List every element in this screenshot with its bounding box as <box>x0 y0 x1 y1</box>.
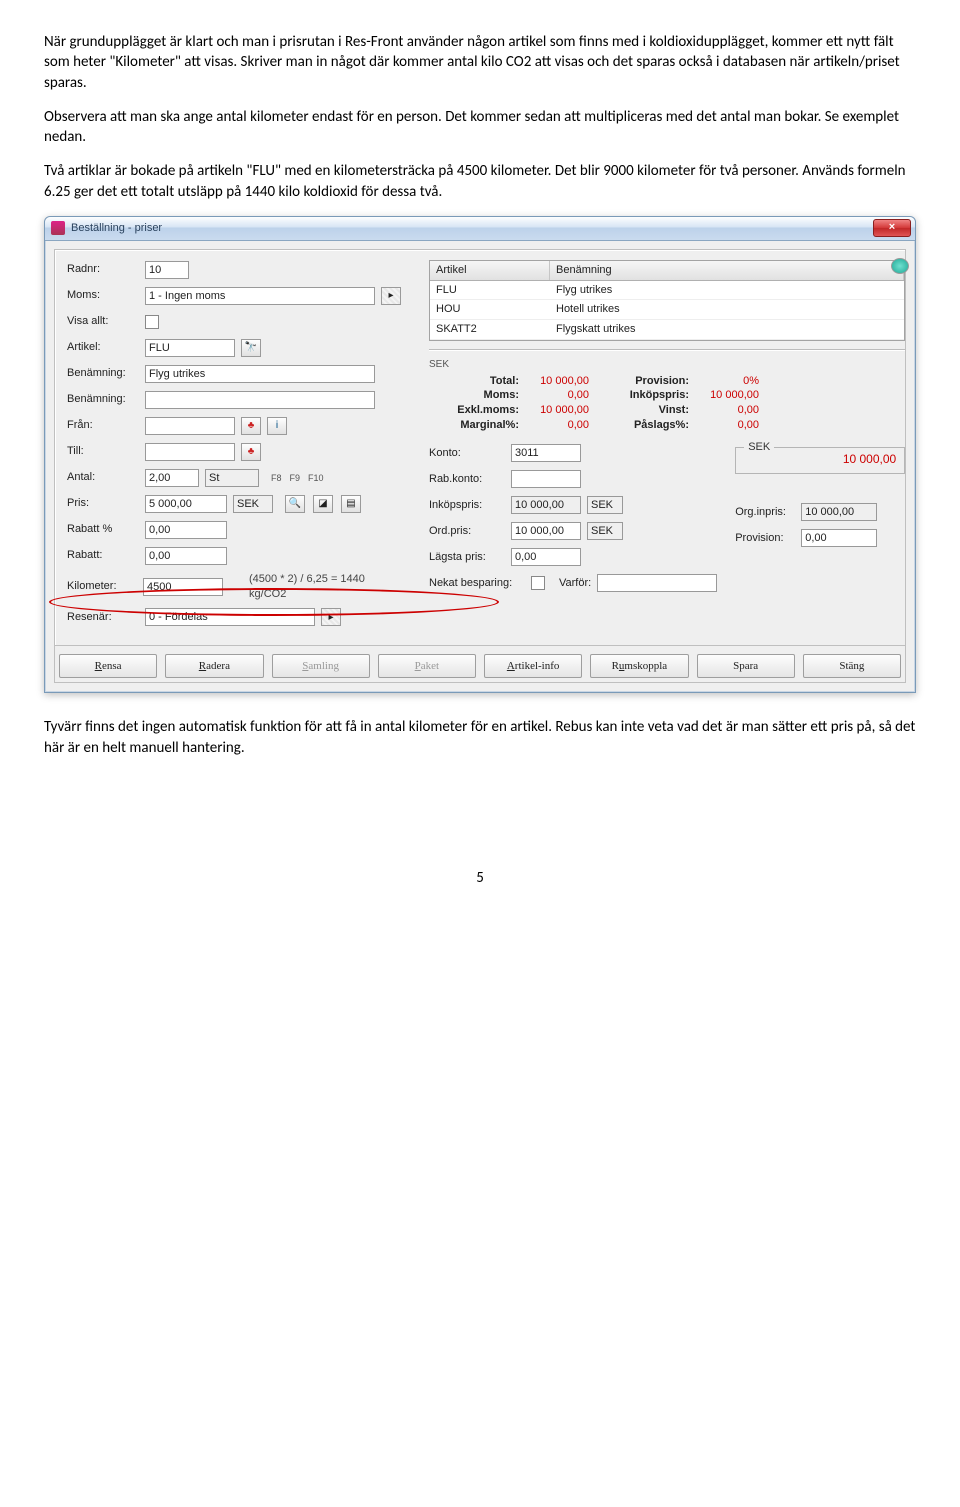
benamning-field[interactable]: Flyg utrikes <box>145 365 375 383</box>
spara-button[interactable]: Spara <box>697 654 795 678</box>
info-icon[interactable]: i <box>267 417 287 435</box>
nekat-label: Nekat besparing: <box>429 576 525 591</box>
moms-field[interactable]: 1 - Ingen moms <box>145 287 375 305</box>
rabkonto-label: Rab.konto: <box>429 472 505 487</box>
rensa-button[interactable]: Rensa <box>59 654 157 678</box>
varfor-label: Varför: <box>559 576 591 591</box>
page-number: 5 <box>44 868 916 888</box>
artikel-field[interactable]: FLU <box>145 339 235 357</box>
radnr-label: Radnr: <box>67 262 139 277</box>
till-field[interactable] <box>145 443 235 461</box>
search-icon[interactable]: 🔭 <box>241 339 261 357</box>
paragraph-2: Observera att man ska ange antal kilomet… <box>44 107 916 148</box>
col-benamning[interactable]: Benämning <box>550 261 904 280</box>
cell: Hotell utrikes <box>550 300 904 319</box>
cell: Flygskatt utrikes <box>550 320 904 339</box>
konto-label: Konto: <box>429 446 505 461</box>
nekat-checkbox[interactable] <box>531 576 545 590</box>
help-icon[interactable] <box>891 258 909 274</box>
dialog-window: Beställning - priser × Radnr: 10 Moms: 1… <box>44 216 916 694</box>
benamning-label: Benämning: <box>67 366 139 381</box>
left-form-column: Radnr: 10 Moms: 1 - Ingen moms ▸ Visa al… <box>67 260 401 634</box>
pris-label: Pris: <box>67 496 139 511</box>
antal-unit-field: St <box>205 469 259 487</box>
inkopspris-cur: SEK <box>587 496 623 514</box>
rabattp-field[interactable]: 0,00 <box>145 521 227 539</box>
samling-button: Samling <box>272 654 370 678</box>
kilometer-label: Kilometer: <box>67 579 137 594</box>
table-row[interactable]: HOU Hotell utrikes <box>430 300 904 320</box>
tag-icon[interactable]: ◪ <box>313 495 333 513</box>
pris-cur-field: SEK <box>233 495 273 513</box>
antal-field[interactable]: 2,00 <box>145 469 199 487</box>
radnr-field[interactable]: 10 <box>145 261 189 279</box>
lagstapris-label: Lägsta pris: <box>429 550 505 565</box>
ordpris-label: Ord.pris: <box>429 524 505 539</box>
kilometer-field[interactable]: 4500 <box>143 578 223 596</box>
visaallt-checkbox[interactable] <box>145 315 159 329</box>
moms-label: Moms: <box>67 288 139 303</box>
artikelinfo-button[interactable]: Artikel-info <box>484 654 582 678</box>
radera-button[interactable]: Radera <box>165 654 263 678</box>
rabkonto-field[interactable] <box>511 470 581 488</box>
rabattp-label: Rabatt % <box>67 522 139 537</box>
ordpris-cur: SEK <box>587 522 623 540</box>
konto-field[interactable]: 3011 <box>511 444 581 462</box>
cell: HOU <box>430 300 550 319</box>
till-label: Till: <box>67 444 139 459</box>
resenar-field[interactable]: 0 - Fördelas <box>145 608 315 626</box>
close-button[interactable]: × <box>873 219 911 237</box>
inkopspris-field: 10 000,00 <box>511 496 581 514</box>
ordpris-field[interactable]: 10 000,00 <box>511 522 581 540</box>
paragraph-4: Tyvärr finns det ingen automatisk funkti… <box>44 717 916 758</box>
cell: SKATT2 <box>430 320 550 339</box>
cell: Flyg utrikes <box>550 281 904 300</box>
cell: FLU <box>430 281 550 300</box>
dropdown-icon[interactable]: ▸ <box>381 287 401 305</box>
right-column: Artikel Benämning FLU Flyg utrikes HOU H… <box>429 260 905 634</box>
paket-button: Paket <box>378 654 476 678</box>
table-row[interactable]: SKATT2 Flygskatt utrikes <box>430 320 904 340</box>
sek-box: SEK 10 000,00 <box>735 447 905 474</box>
till-picker-icon[interactable]: ♣ <box>241 443 261 461</box>
pris-field[interactable]: 5 000,00 <box>145 495 227 513</box>
window-title: Beställning - priser <box>71 221 162 236</box>
orginpris-label: Org.inpris: <box>735 505 795 520</box>
fran-field[interactable] <box>145 417 235 435</box>
varfor-field[interactable] <box>597 574 717 592</box>
sek-legend: SEK <box>744 440 774 455</box>
orginpris-field: 10 000,00 <box>801 503 877 521</box>
benamning2-field[interactable] <box>145 391 375 409</box>
resenar-label: Resenär: <box>67 610 139 625</box>
lagstapris-field[interactable]: 0,00 <box>511 548 581 566</box>
inkopspris-label: Inköpspris: <box>429 498 505 513</box>
resenar-dropdown-icon[interactable]: ▸ <box>321 608 341 626</box>
antal-label: Antal: <box>67 470 139 485</box>
provision2-field[interactable]: 0,00 <box>801 529 877 547</box>
co2-formula-text: (4500 * 2) / 6,25 = 1440 kg/CO2 <box>249 572 401 602</box>
fran-label: Från: <box>67 418 139 433</box>
provision2-label: Provision: <box>735 531 795 546</box>
fran-picker-icon[interactable]: ♣ <box>241 417 261 435</box>
titlebar[interactable]: Beställning - priser × <box>45 217 915 241</box>
doc-icon[interactable]: ▤ <box>341 495 361 513</box>
app-icon <box>51 221 65 235</box>
col-artikel[interactable]: Artikel <box>430 261 550 280</box>
rabatt-label: Rabatt: <box>67 548 139 563</box>
f-key-hints: F8F9F10 <box>271 472 324 484</box>
totals-block: Total:10 000,00 Moms:0,00 Exkl.moms:10 0… <box>429 374 905 433</box>
article-table[interactable]: Artikel Benämning FLU Flyg utrikes HOU H… <box>429 260 905 341</box>
table-row[interactable]: FLU Flyg utrikes <box>430 281 904 301</box>
paragraph-3: Två artiklar är bokade på artikeln "FLU"… <box>44 161 916 202</box>
stang-button[interactable]: Stäng <box>803 654 901 678</box>
benamning2-label: Benämning: <box>67 392 139 407</box>
rabatt-field[interactable]: 0,00 <box>145 547 227 565</box>
button-bar: Rensa Radera Samling Paket Artikel-info … <box>54 646 906 683</box>
visaallt-label: Visa allt: <box>67 314 139 329</box>
paragraph-1: När grundupplägget är klart och man i pr… <box>44 32 916 93</box>
artikel-label: Artikel: <box>67 340 139 355</box>
zoom-icon[interactable]: 🔍 <box>285 495 305 513</box>
totals-currency: SEK <box>429 358 905 372</box>
rumskoppla-button[interactable]: Rumskoppla <box>590 654 688 678</box>
